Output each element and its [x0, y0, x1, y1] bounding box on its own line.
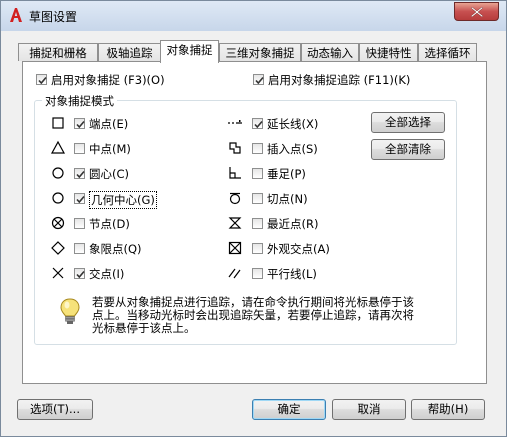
cancel-button[interactable]: 取消: [332, 399, 406, 420]
tab-label: 快捷特性: [365, 46, 412, 60]
node-label: 节点(D): [89, 217, 130, 231]
nearest-label: 最近点(R): [267, 217, 319, 231]
tab-selection-cycling[interactable]: 选择循环: [418, 43, 477, 61]
tab-snap-grid[interactable]: 捕捉和栅格: [18, 43, 98, 61]
tangent-icon: [229, 192, 241, 205]
tab-label: 动态输入: [307, 46, 353, 60]
nearest-checkbox[interactable]: [252, 218, 263, 229]
endpoint-checkbox[interactable]: [74, 118, 85, 129]
intersection-checkbox[interactable]: [74, 268, 85, 279]
circle-geometric-center-icon: [52, 192, 64, 204]
tab-3d-object-snap[interactable]: 三维对象捕捉: [219, 43, 301, 61]
enable-osnap-label: 启用对象捕捉 (F3)(O): [51, 73, 165, 87]
close-icon: [471, 7, 483, 17]
extension-label: 延长线(X): [267, 117, 319, 131]
checkmark-icon: [76, 120, 85, 129]
intersection-label: 交点(I): [89, 267, 125, 281]
enable-tracking-checkbox[interactable]: [253, 74, 264, 85]
clear-all-button[interactable]: 全部清除: [371, 139, 445, 160]
tangent-label: 切点(N): [267, 192, 308, 206]
tab-label: 捕捉和栅格: [29, 46, 87, 60]
perpendicular-label: 垂足(P): [267, 167, 306, 181]
window-title: 草图设置: [29, 10, 78, 24]
apparent-intersection-label: 外观交点(A): [267, 242, 330, 256]
perpendicular-icon: [229, 167, 241, 179]
nearest-icon: [228, 217, 242, 229]
snap-modes-title: 对象捕捉模式: [42, 93, 117, 109]
apparent-intersection-checkbox[interactable]: [252, 243, 263, 254]
perpendicular-checkbox[interactable]: [252, 168, 263, 179]
tab-label: 极轴追踪: [106, 46, 153, 60]
node-icon: [51, 216, 65, 230]
quadrant-label: 象限点(Q): [89, 242, 142, 256]
tab-label: 三维对象捕捉: [225, 46, 295, 60]
tracking-hint-text: 若要从对象捕捉点进行追踪，请在命令执行期间将光标悬停于该点上。当移动光标时会出现…: [92, 295, 414, 335]
midpoint-checkbox[interactable]: [74, 143, 85, 154]
x-intersection-icon: [52, 267, 64, 279]
tab-label: 选择循环: [424, 46, 471, 60]
tab-label: 对象捕捉: [166, 43, 213, 57]
apparent-intersection-icon: [228, 241, 242, 255]
tangent-checkbox[interactable]: [252, 193, 263, 204]
extension-icon: [228, 120, 242, 124]
checkmark-icon: [76, 170, 85, 179]
insertion-checkbox[interactable]: [252, 143, 263, 154]
square-endpoint-icon: [52, 117, 64, 129]
checkmark-icon: [254, 120, 263, 129]
midpoint-label: 中点(M): [89, 142, 131, 156]
triangle-midpoint-icon: [50, 140, 66, 154]
insertion-icon: [229, 142, 241, 154]
node-checkbox[interactable]: [74, 218, 85, 229]
tab-quick-properties[interactable]: 快捷特性: [359, 43, 418, 61]
enable-tracking-label: 启用对象捕捉追踪 (F11)(K): [268, 73, 411, 87]
lightbulb-icon: [60, 298, 80, 324]
help-button[interactable]: 帮助(H): [411, 399, 485, 420]
circle-center-icon: [52, 167, 64, 179]
quadrant-checkbox[interactable]: [74, 243, 85, 254]
checkmark-icon: [38, 76, 47, 85]
close-button[interactable]: [454, 2, 499, 21]
endpoint-label: 端点(E): [89, 117, 129, 131]
checkmark-icon: [255, 76, 264, 85]
insertion-label: 插入点(S): [267, 142, 318, 156]
checkmark-icon: [76, 195, 85, 204]
parallel-label: 平行线(L): [267, 267, 317, 281]
tab-polar-tracking[interactable]: 极轴追踪: [98, 43, 161, 61]
tab-object-snap[interactable]: 对象捕捉: [160, 40, 219, 63]
title-bar[interactable]: 草图设置: [1, 1, 506, 31]
center-label: 圆心(C): [89, 167, 130, 181]
enable-osnap-checkbox[interactable]: [36, 74, 47, 85]
options-button[interactable]: 选项(T)...: [17, 399, 93, 420]
extension-checkbox[interactable]: [252, 118, 263, 129]
tab-dynamic-input[interactable]: 动态输入: [301, 43, 359, 61]
center-checkbox[interactable]: [74, 168, 85, 179]
diamond-quadrant-icon: [51, 241, 65, 255]
select-all-button[interactable]: 全部选择: [371, 112, 445, 133]
ok-button[interactable]: 确定: [252, 399, 326, 420]
autocad-a-icon: [10, 8, 22, 22]
geometric-center-label: 几何中心(G): [89, 191, 157, 209]
checkmark-icon: [76, 270, 85, 279]
parallel-icon: [228, 268, 241, 279]
parallel-checkbox[interactable]: [252, 268, 263, 279]
geometric-center-checkbox[interactable]: [74, 193, 85, 204]
